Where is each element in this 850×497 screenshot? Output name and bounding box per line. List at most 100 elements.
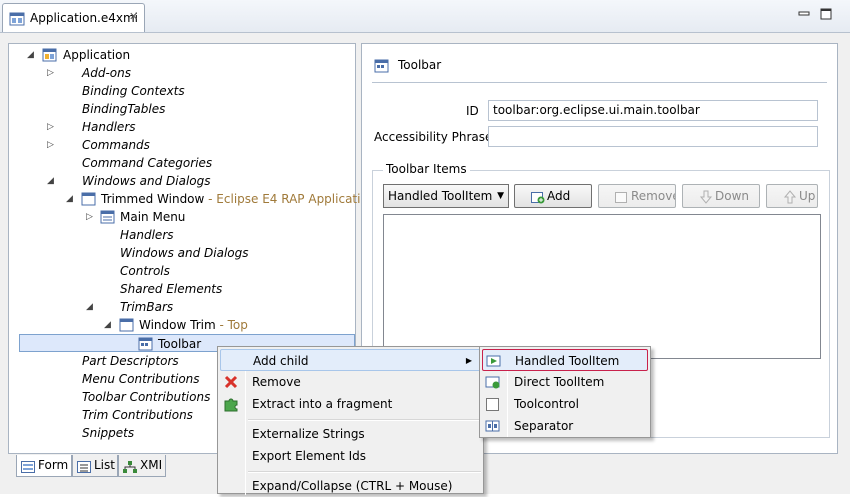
tree-node-windows-and-dialogs[interactable]: ◢ Windows and Dialogs (9, 172, 355, 190)
xmi-tree-icon (123, 459, 137, 479)
tree-node-label: Windows and Dialogs (82, 174, 211, 188)
tree-node-label: Command Categories (82, 156, 213, 170)
expand-icon[interactable]: ◢ (66, 190, 73, 208)
chevron-down-icon: ▼ (497, 191, 504, 201)
arrow-up-icon (783, 189, 797, 207)
tree-node-label: Shared Elements (120, 282, 223, 296)
application-model-icon (9, 11, 25, 30)
header-divider (372, 82, 827, 83)
tree-node-addons[interactable]: ▷ Add-ons (9, 64, 355, 82)
tree-node-label: Snippets (82, 426, 135, 440)
remove-icon (615, 189, 629, 207)
toolbar-icon (374, 59, 390, 76)
tree-node-window-windows-and-dialogs[interactable]: Windows and Dialogs (9, 244, 355, 262)
tree-node-comment: - Top (215, 318, 248, 332)
form-icon (21, 459, 35, 479)
menu-separator (248, 419, 481, 421)
move-up-button[interactable]: Up (766, 184, 818, 208)
menu-item-extract-fragment[interactable]: Extract into a fragment (220, 393, 481, 415)
tree-node-label: Windows and Dialogs (120, 246, 249, 260)
tree-node-label: Trim Contributions (82, 408, 193, 422)
list-icon (77, 459, 91, 479)
remove-button[interactable]: Remove (598, 184, 676, 208)
tree-node-comment: - Eclipse E4 RAP Application (204, 192, 376, 206)
editor-tab-title: Application.e4xmi (30, 11, 139, 25)
tree-node-window-handlers[interactable]: Handlers (9, 226, 355, 244)
separator-icon (485, 418, 501, 441)
tree-node-label: Add-ons (82, 66, 131, 80)
submenu-item-separator[interactable]: Separator (482, 415, 648, 437)
accessibility-phrase-label: Accessibility Phrase (374, 130, 493, 144)
tree-node-label: Part Descriptors (82, 354, 179, 368)
menu-separator (248, 471, 481, 473)
maximize-icon[interactable] (820, 8, 832, 23)
menu-item-add-child[interactable]: Add child ▶ (220, 349, 481, 371)
group-label: Toolbar Items (383, 162, 470, 176)
tree-node-label: Binding Contexts (82, 84, 185, 98)
tree-node-label: TrimBars (120, 300, 174, 314)
editor-tab-bar: Application.e4xmi ✕ (0, 0, 850, 33)
id-field[interactable]: toolbar:org.eclipse.ui.main.toolbar (488, 100, 818, 121)
details-title: Toolbar (398, 58, 442, 72)
tree-node-command-categories[interactable]: Command Categories (9, 154, 355, 172)
submenu-item-handled-toolitem[interactable]: Handled ToolItem (482, 349, 648, 371)
tree-node-commands[interactable]: ▷ Commands (9, 136, 355, 154)
close-icon[interactable]: ✕ (129, 10, 138, 23)
tree-node-trimbars[interactable]: ◢ TrimBars (9, 298, 355, 316)
menu-item-externalize-strings[interactable]: Externalize Strings (220, 423, 481, 445)
collapse-icon[interactable]: ▷ (47, 64, 54, 82)
toolbar-items-list[interactable] (383, 214, 821, 359)
tree-node-label: Handlers (120, 228, 174, 242)
accessibility-phrase-field[interactable] (488, 126, 818, 147)
tree-node-binding-contexts[interactable]: Binding Contexts (9, 82, 355, 100)
item-type-value: Handled ToolItem (388, 189, 493, 203)
move-down-button[interactable]: Down (682, 184, 760, 208)
tree-node-binding-tables[interactable]: BindingTables (9, 100, 355, 118)
menu-item-remove[interactable]: Remove (220, 371, 481, 393)
tree-node-label: Application (63, 48, 131, 62)
tree-node-shared-elements[interactable]: Shared Elements (9, 280, 355, 298)
details-header: Toolbar (374, 58, 441, 76)
tree-node-label: Main Menu (120, 210, 186, 224)
expand-icon[interactable]: ◢ (47, 172, 54, 190)
submenu-item-toolcontrol[interactable]: Toolcontrol (482, 393, 648, 415)
tree-node-application[interactable]: ◢ Application (9, 46, 355, 64)
add-icon (531, 189, 545, 207)
expand-icon[interactable]: ◢ (27, 46, 34, 64)
puzzle-icon (223, 396, 239, 419)
menu-item-export-element-ids[interactable]: Export Element Ids (220, 445, 481, 467)
collapse-icon[interactable]: ▷ (47, 118, 54, 136)
tree-node-window-trim[interactable]: ◢ Window Trim - Top (9, 316, 355, 334)
submenu-item-direct-toolitem[interactable]: Direct ToolItem (482, 371, 648, 393)
tree-node-main-menu[interactable]: ▷ Main Menu (9, 208, 355, 226)
expand-icon[interactable]: ◢ (104, 316, 111, 334)
editor-tab[interactable]: Application.e4xmi ✕ (2, 3, 145, 33)
tree-node-controls[interactable]: Controls (9, 262, 355, 280)
minimize-icon[interactable] (798, 8, 810, 23)
collapse-icon[interactable]: ▷ (47, 136, 54, 154)
tree-node-trimmed-window[interactable]: ◢ Trimmed Window - Eclipse E4 RAP Applic… (9, 190, 375, 208)
tab-form[interactable]: Form (16, 455, 72, 477)
tree-node-label: Menu Contributions (82, 372, 200, 386)
tree-node-label: Trimmed Window - Eclipse E4 RAP Applicat… (101, 192, 376, 206)
tab-list[interactable]: List (72, 455, 118, 477)
item-type-select[interactable]: Handled ToolItem ▼ (383, 184, 509, 208)
collapse-icon[interactable]: ▷ (86, 208, 93, 226)
tree-node-label: Handlers (82, 120, 136, 134)
submenu-arrow-icon: ▶ (465, 356, 472, 365)
context-menu: Add child ▶ Remove Extract into a fragme… (217, 346, 484, 495)
arrow-down-icon (699, 189, 713, 207)
id-label: ID (466, 104, 479, 118)
tree-node-label: BindingTables (82, 102, 166, 116)
tree-node-label: Commands (82, 138, 150, 152)
tab-label: List (94, 458, 115, 472)
tree-node-label: Controls (120, 264, 170, 278)
add-child-submenu: Handled ToolItem Direct ToolItem Toolcon… (479, 346, 651, 438)
tree-node-handlers[interactable]: ▷ Handlers (9, 118, 355, 136)
expand-icon[interactable]: ◢ (86, 298, 93, 316)
tab-label: XMI (140, 458, 163, 472)
tab-xmi[interactable]: XMI (118, 455, 166, 477)
add-button[interactable]: Add (514, 184, 592, 208)
tree-node-label: Toolbar (158, 337, 202, 351)
tab-label: Form (38, 458, 69, 472)
